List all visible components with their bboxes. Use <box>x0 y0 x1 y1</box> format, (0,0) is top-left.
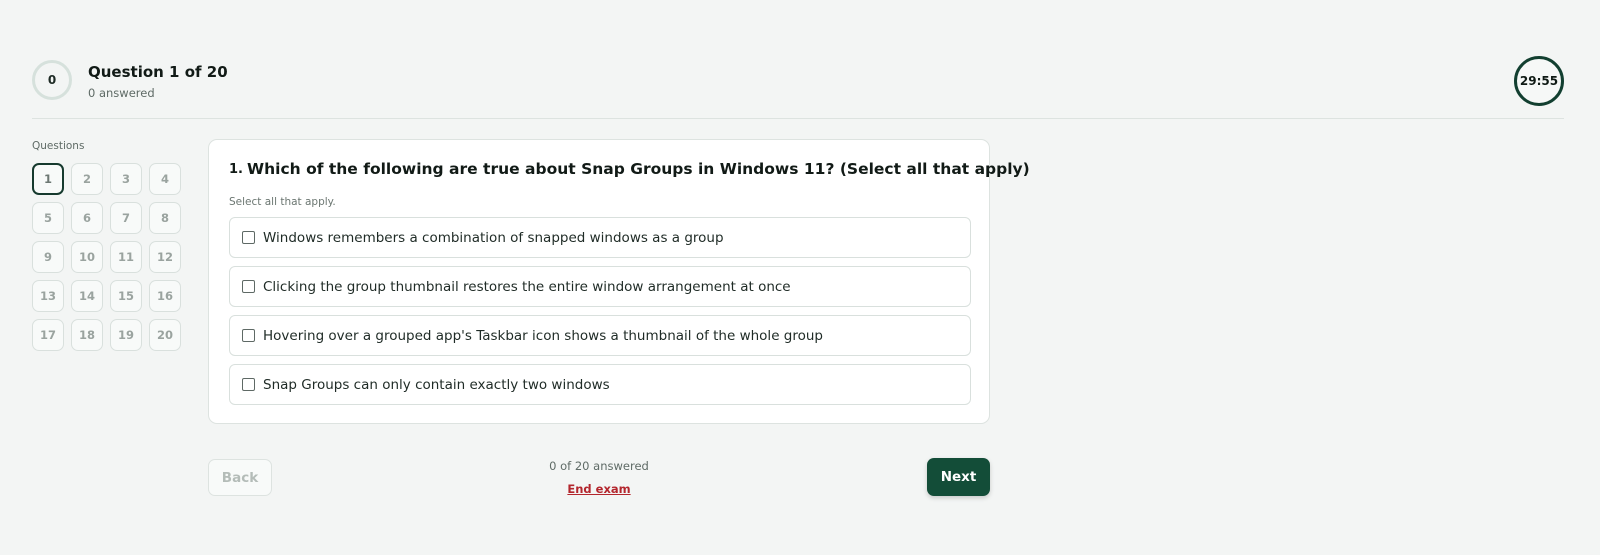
checkbox[interactable] <box>242 280 255 293</box>
answer-option[interactable]: Windows remembers a combination of snapp… <box>229 217 971 258</box>
question-nav-item[interactable]: 15 <box>110 280 142 312</box>
option-label: Hovering over a grouped app's Taskbar ic… <box>263 328 823 344</box>
answered-summary: 0 of 20 answered <box>549 459 649 473</box>
checkbox[interactable] <box>242 329 255 342</box>
question-title: Question 1 of 20 <box>88 63 228 81</box>
question-nav-item[interactable]: 6 <box>71 202 103 234</box>
checkbox[interactable] <box>242 231 255 244</box>
question-nav-item[interactable]: 8 <box>149 202 181 234</box>
answer-option[interactable]: Hovering over a grouped app's Taskbar ic… <box>229 315 971 356</box>
question-nav-item[interactable]: 9 <box>32 241 64 273</box>
question-navigator: 1 2 3 4 5 6 7 8 9 10 11 12 13 14 15 16 1… <box>32 163 181 351</box>
question-nav-item[interactable]: 7 <box>110 202 142 234</box>
timer-value: 29:55 <box>1519 74 1559 88</box>
checkbox[interactable] <box>242 378 255 391</box>
question-nav-item[interactable]: 2 <box>71 163 103 195</box>
next-button[interactable]: Next <box>927 458 990 496</box>
question-nav-item[interactable]: 5 <box>32 202 64 234</box>
end-exam-link[interactable]: End exam <box>499 482 699 496</box>
question-card: 1. Which of the following are true about… <box>208 139 1030 424</box>
option-label: Windows remembers a combination of snapp… <box>263 230 724 246</box>
question-text: Which of the following are true about Sn… <box>247 160 1030 178</box>
question-nav-item[interactable]: 12 <box>149 241 181 273</box>
question-nav-item[interactable]: 19 <box>110 319 142 351</box>
progress-count: 0 <box>47 73 57 87</box>
questions-nav-title: Questions <box>32 140 85 152</box>
timer: 29:55 <box>1514 56 1564 106</box>
question-nav-item[interactable]: 3 <box>110 163 142 195</box>
progress-ring: 0 <box>32 60 72 100</box>
question-nav-item[interactable]: 14 <box>71 280 103 312</box>
question-number: 1. <box>229 162 243 177</box>
question-nav-item[interactable]: 18 <box>71 319 103 351</box>
option-label: Clicking the group thumbnail restores th… <box>263 279 791 295</box>
question-nav-item[interactable]: 16 <box>149 280 181 312</box>
answered-status: 0 answered <box>88 86 155 100</box>
answer-option[interactable]: Clicking the group thumbnail restores th… <box>229 266 971 307</box>
exam-header: 0 Question 1 of 20 0 answered 29:55 <box>32 56 1564 119</box>
question-nav-item[interactable]: 10 <box>71 241 103 273</box>
question-nav-item[interactable]: 1 <box>32 163 64 195</box>
question-nav-item[interactable]: 4 <box>149 163 181 195</box>
question-nav-item[interactable]: 13 <box>32 280 64 312</box>
back-button[interactable]: Back <box>208 459 272 496</box>
question-nav-item[interactable]: 11 <box>110 241 142 273</box>
question-nav-item[interactable]: 17 <box>32 319 64 351</box>
option-label: Snap Groups can only contain exactly two… <box>263 377 610 393</box>
answer-option[interactable]: Snap Groups can only contain exactly two… <box>229 364 971 405</box>
question-nav-item[interactable]: 20 <box>149 319 181 351</box>
question-hint: Select all that apply. <box>229 196 336 208</box>
